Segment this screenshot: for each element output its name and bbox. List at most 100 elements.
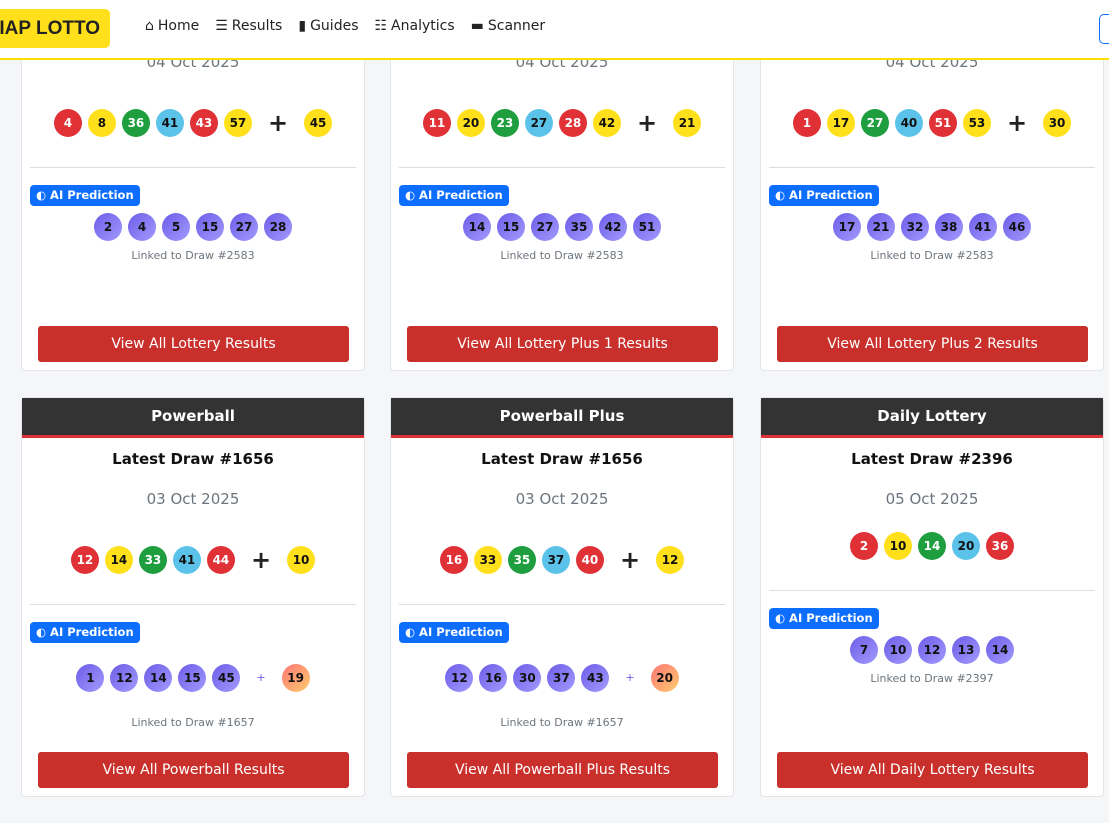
- nav-links: ⌂ Home ☰ Results ▮ Guides ☷ Analytics ▬ Scanner: [145, 18, 545, 34]
- plus-icon: +: [625, 671, 635, 684]
- nav-label: Results: [231, 18, 283, 34]
- ai-prediction-badge: ◐ AI Prediction: [769, 184, 879, 206]
- winning-numbers: 2 10 14 20 36: [850, 532, 1014, 560]
- view-all-results-button[interactable]: View All Powerball Results: [38, 752, 349, 788]
- nav-label: Home: [157, 18, 200, 34]
- results-icon: ☰: [215, 18, 228, 34]
- ai-prediction-badge: ◐ AI Prediction: [30, 621, 140, 643]
- draw-date: 05 Oct 2025: [885, 490, 979, 508]
- ai-prediction: ◐ AI Prediction 12 16 30 37 43 +20 Linked to Dr…: [399, 621, 725, 729]
- number-ball: 33: [473, 546, 502, 574]
- logo[interactable]: IAP LOTTO: [0, 9, 110, 48]
- predicted-ball: 45: [212, 663, 241, 692]
- winning-numbers: 16 33 35 37 40 +12: [439, 546, 685, 574]
- predicted-ball: 27: [531, 212, 559, 241]
- badge-label: AI Prediction: [419, 625, 503, 639]
- predicted-ball: 17: [833, 212, 861, 241]
- number-ball: 17: [826, 109, 855, 137]
- predicted-ball: 14: [986, 635, 1014, 664]
- linked-draw: Linked to Draw #2583: [131, 248, 255, 262]
- analytics-icon: ☷: [374, 18, 388, 34]
- predicted-ball: 46: [1003, 212, 1031, 241]
- divider: [399, 604, 725, 605]
- number-ball: 20: [952, 532, 980, 560]
- scanner-icon: ▬: [470, 18, 484, 34]
- number-ball: 51: [928, 109, 957, 137]
- number-ball: 36: [986, 532, 1014, 560]
- ai-prediction: ◐ AI Prediction 17 21 32 38 41 46 Linked to Dra…: [769, 184, 1095, 262]
- nav-results[interactable]: ☰ Results: [215, 18, 282, 34]
- ai-prediction: ◐ AI Prediction 7 10 12 13 14 Linked to Draw #…: [769, 607, 1095, 685]
- ai-prediction: ◐ AI Prediction 2 4 5 15 27 28 Linked to Draw #…: [30, 184, 356, 262]
- nav-label: Analytics: [391, 18, 455, 34]
- divider: [30, 167, 356, 168]
- card-header: Daily Lottery: [761, 398, 1103, 438]
- nav-right-button[interactable]: [1099, 14, 1109, 44]
- nav-scanner[interactable]: ▬ Scanner: [471, 18, 546, 34]
- number-ball: 8: [87, 109, 116, 137]
- number-ball: 1: [792, 109, 821, 137]
- predicted-ball: 15: [497, 212, 525, 241]
- predicted-ball: 12: [445, 663, 474, 692]
- number-ball: 16: [439, 546, 468, 574]
- number-ball: 4: [53, 109, 82, 137]
- number-ball: 14: [104, 546, 133, 574]
- brain-icon: ◐: [405, 188, 416, 202]
- number-ball: 43: [189, 109, 218, 137]
- predicted-ball: 37: [547, 663, 576, 692]
- winning-numbers: 1 17 27 40 51 53 +30: [792, 109, 1072, 137]
- view-all-results-button[interactable]: View All Lottery Plus 1 Results: [407, 326, 718, 362]
- badge-label: AI Prediction: [50, 625, 134, 639]
- number-ball: 2: [850, 532, 878, 560]
- linked-draw: Linked to Draw #2583: [500, 248, 624, 262]
- badge-label: AI Prediction: [50, 188, 134, 202]
- nav-guides[interactable]: ▮ Guides: [298, 18, 358, 34]
- bonus-ball: 45: [304, 109, 333, 137]
- linked-draw: Linked to Draw #1657: [500, 715, 624, 729]
- winning-numbers: 12 14 33 41 44 +10: [70, 546, 316, 574]
- number-ball: 23: [490, 109, 519, 137]
- predicted-ball: 41: [969, 212, 997, 241]
- predicted-ball: 30: [513, 663, 542, 692]
- nav-analytics[interactable]: ☷ Analytics: [374, 18, 454, 34]
- view-all-results-button[interactable]: View All Lottery Results: [38, 326, 349, 362]
- view-all-results-button[interactable]: View All Daily Lottery Results: [777, 752, 1088, 788]
- lottery-card: Powerball Latest Draw #1656 03 Oct 2025 …: [21, 397, 365, 797]
- predicted-ball: 13: [952, 635, 980, 664]
- predicted-ball: 51: [633, 212, 661, 241]
- predicted-ball: 38: [935, 212, 963, 241]
- predicted-ball: 42: [599, 212, 627, 241]
- number-ball: 20: [456, 109, 485, 137]
- plus-icon: +: [267, 109, 289, 137]
- number-ball: 36: [121, 109, 150, 137]
- predicted-ball: 15: [178, 663, 207, 692]
- view-all-results-button[interactable]: View All Powerball Plus Results: [407, 752, 718, 788]
- number-ball: 27: [860, 109, 889, 137]
- number-ball: 35: [507, 546, 536, 574]
- predicted-ball: 12: [110, 663, 139, 692]
- number-ball: 41: [155, 109, 184, 137]
- predicted-ball: 21: [867, 212, 895, 241]
- plus-icon: +: [256, 671, 266, 684]
- predicted-ball: 16: [479, 663, 508, 692]
- predicted-ball: 27: [230, 212, 258, 241]
- plus-icon: +: [250, 546, 272, 574]
- divider: [769, 590, 1095, 591]
- ai-prediction: ◐ AI Prediction 14 15 27 35 42 51 Linked to Dra…: [399, 184, 725, 262]
- guides-icon: ▮: [298, 18, 307, 34]
- predicted-ball: 12: [918, 635, 946, 664]
- bonus-ball: 10: [287, 546, 316, 574]
- view-all-results-button[interactable]: View All Lottery Plus 2 Results: [777, 326, 1088, 362]
- nav-label: Guides: [310, 18, 359, 34]
- winning-numbers: 4 8 36 41 43 57 +45: [53, 109, 333, 137]
- number-ball: 41: [172, 546, 201, 574]
- number-ball: 33: [138, 546, 167, 574]
- draw-title: Latest Draw #2396: [851, 450, 1013, 468]
- number-ball: 44: [206, 546, 235, 574]
- card-header: Powerball Plus: [391, 398, 733, 438]
- nav-home[interactable]: ⌂ Home: [145, 18, 199, 34]
- badge-label: AI Prediction: [789, 188, 873, 202]
- predicted-ball: 2: [94, 212, 122, 241]
- predicted-ball: 15: [196, 212, 224, 241]
- ai-prediction: ◐ AI Prediction 1 12 14 15 45 +19 Linked to Dra…: [30, 621, 356, 729]
